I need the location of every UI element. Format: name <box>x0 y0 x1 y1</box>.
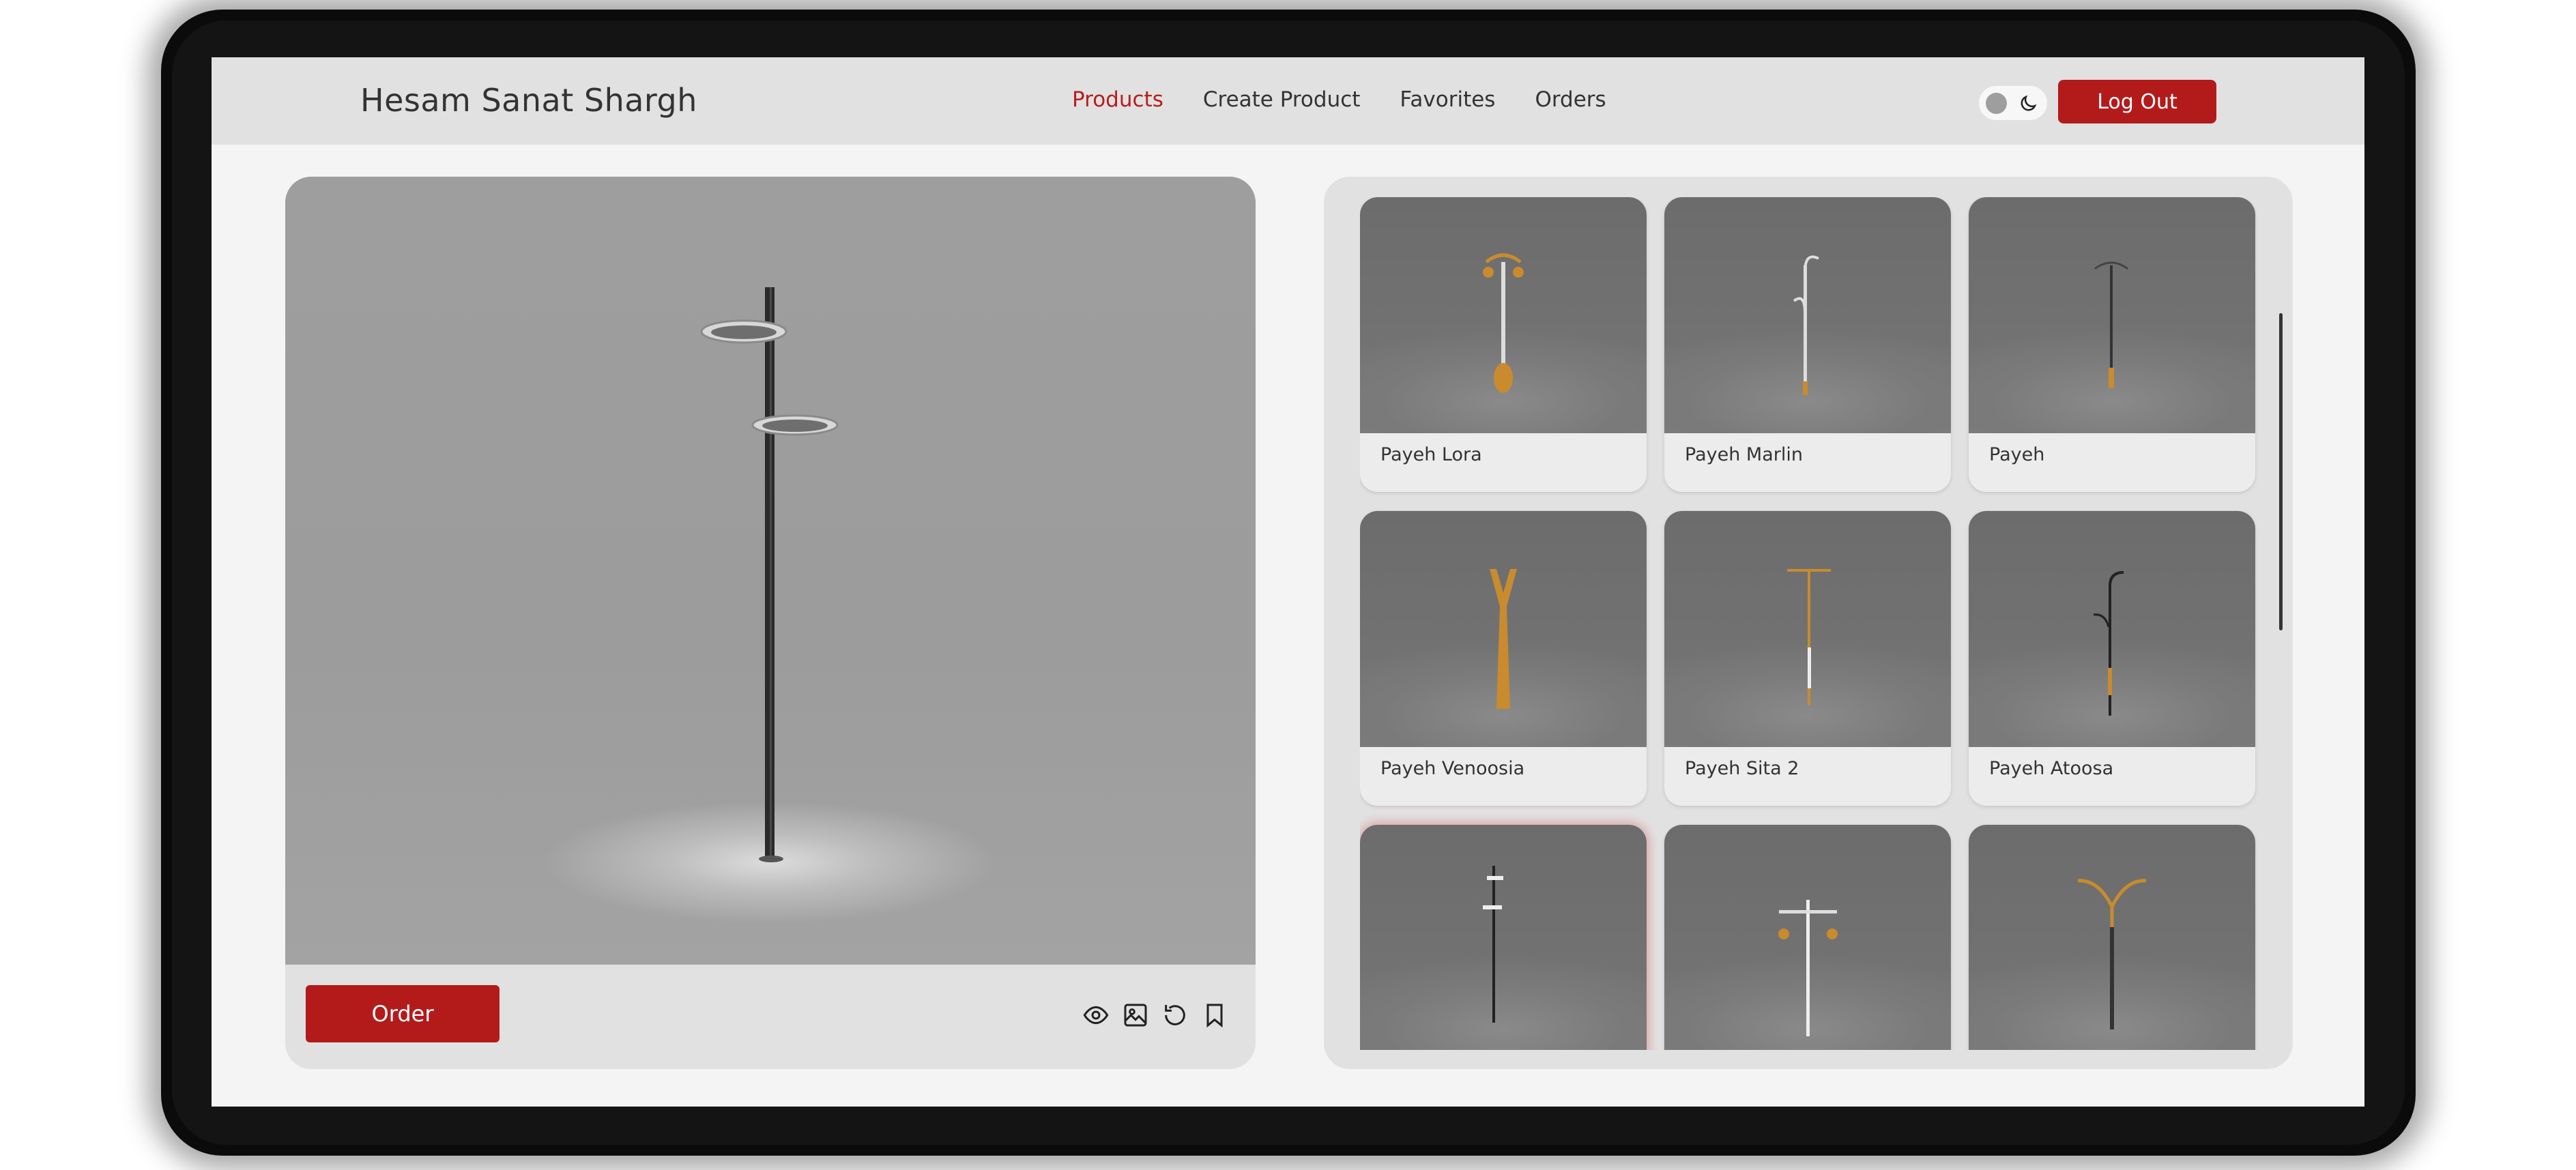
product-thumbnail <box>1969 511 2255 747</box>
product-card[interactable]: Payeh Atoosa <box>1969 511 2255 806</box>
eye-icon[interactable] <box>1082 1001 1110 1029</box>
brand-title: Hesam Sanat Shargh <box>360 82 697 119</box>
product-card[interactable] <box>1664 825 1951 1050</box>
product-catalog: Payeh Lora Payeh Marlin Payeh Payeh Veno… <box>1324 177 2293 1069</box>
nav-create-product[interactable]: Create Product <box>1203 87 1361 112</box>
moon-icon <box>2021 95 2037 111</box>
product-thumbnail <box>1664 197 1951 433</box>
product-thumbnail <box>1969 825 2255 1050</box>
theme-toggle[interactable] <box>1979 86 2047 120</box>
product-name: Payeh Lora <box>1380 444 1482 465</box>
product-thumbnail <box>1360 197 1647 433</box>
product-thumbnail <box>1664 511 1951 747</box>
product-card[interactable] <box>1360 825 1647 1050</box>
top-navbar: Hesam Sanat Shargh Products Create Produ… <box>212 57 2364 145</box>
rotate-icon[interactable] <box>1161 1001 1189 1029</box>
product-card[interactable]: Payeh Venoosia <box>1360 511 1647 806</box>
product-name: Payeh Atoosa <box>1989 758 2114 779</box>
pole-model <box>700 287 839 862</box>
product-grid: Payeh Lora Payeh Marlin Payeh Payeh Veno… <box>1360 197 2261 1050</box>
3d-canvas[interactable] <box>285 177 1256 965</box>
product-thumbnail <box>1664 825 1951 1050</box>
product-name: Payeh Sita 2 <box>1685 758 1799 779</box>
product-name: Payeh Venoosia <box>1380 758 1525 779</box>
order-button[interactable]: Order <box>306 985 500 1042</box>
nav-favorites[interactable]: Favorites <box>1400 87 1495 112</box>
toggle-knob <box>1986 93 2007 114</box>
product-card[interactable]: Payeh Lora <box>1360 197 1647 492</box>
product-card[interactable]: Payeh Sita 2 <box>1664 511 1951 806</box>
product-viewer: Order <box>285 177 1256 1069</box>
nav-products[interactable]: Products <box>1072 87 1163 112</box>
product-name: Payeh <box>1989 444 2045 465</box>
product-thumbnail <box>1969 197 2255 433</box>
main-nav: Products Create Product Favorites Orders <box>1072 87 1606 112</box>
product-card[interactable] <box>1969 825 2255 1050</box>
logout-button[interactable]: Log Out <box>2058 80 2216 123</box>
product-thumbnail <box>1360 825 1647 1050</box>
product-name: Payeh Marlin <box>1685 444 1803 465</box>
product-card[interactable]: Payeh Marlin <box>1664 197 1951 492</box>
viewer-toolbar <box>1082 1001 1228 1029</box>
product-thumbnail <box>1360 511 1647 747</box>
bookmark-icon[interactable] <box>1201 1001 1228 1029</box>
app-screen: Hesam Sanat Shargh Products Create Produ… <box>212 57 2364 1107</box>
nav-orders[interactable]: Orders <box>1535 87 1606 112</box>
catalog-scrollbar[interactable] <box>2279 313 2283 630</box>
image-icon[interactable] <box>1122 1001 1149 1029</box>
product-card[interactable]: Payeh <box>1969 197 2255 492</box>
